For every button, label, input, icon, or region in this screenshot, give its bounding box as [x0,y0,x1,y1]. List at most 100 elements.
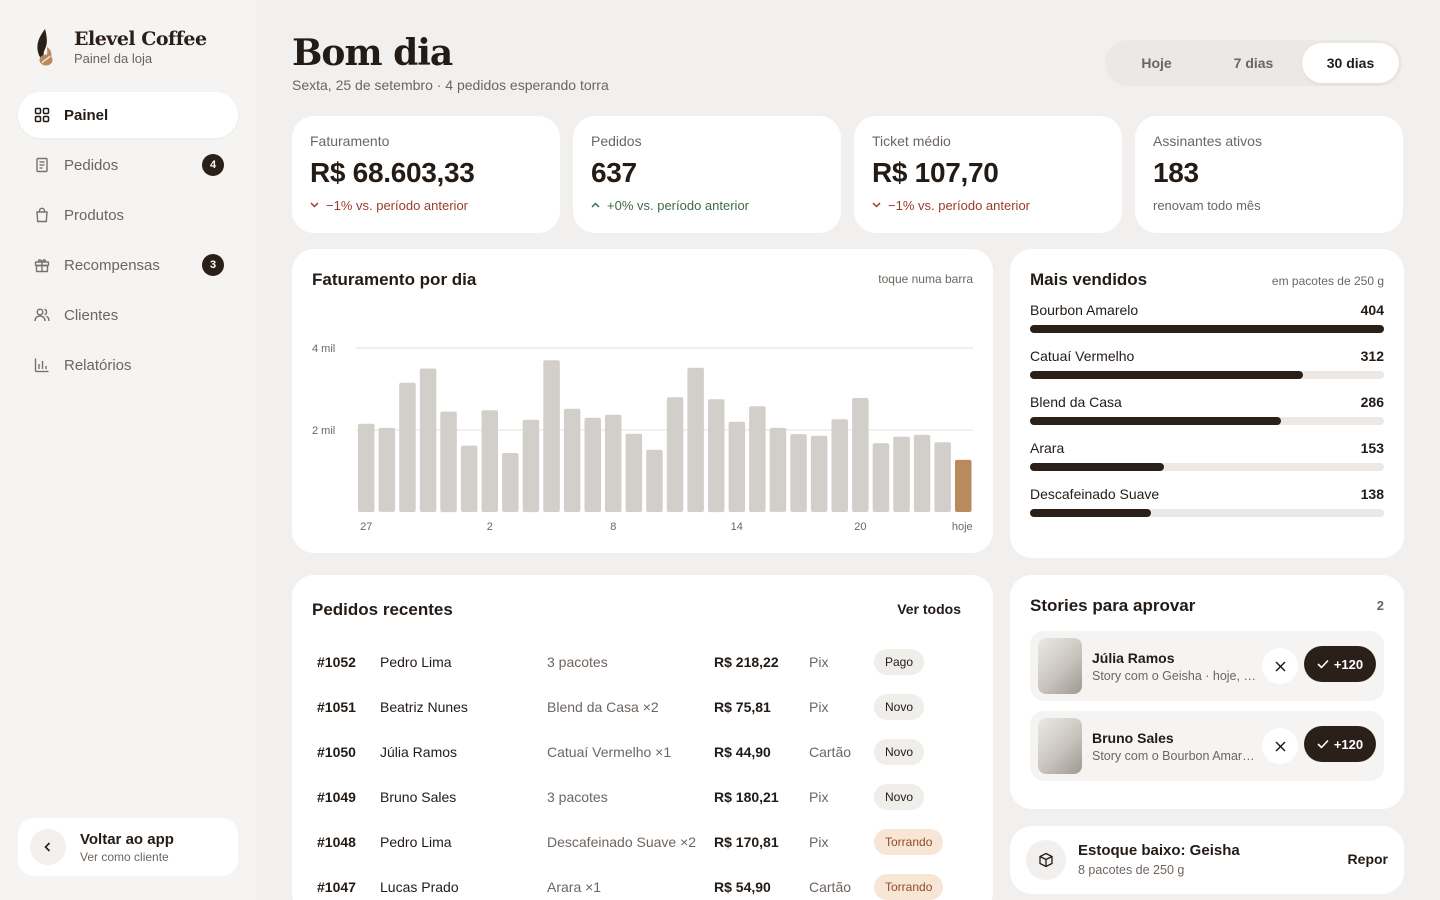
kpi-delta: −1% vs. período anterior [872,198,1104,213]
table-row[interactable]: #1052 Pedro Lima 3 pacotes R$ 218,22 Pix Pago [292,639,993,684]
chart-bar[interactable] [893,436,910,512]
status-badge: Novo [874,693,925,720]
sidebar-item-label: Relatórios [64,356,132,374]
chart-bar[interactable] [378,427,396,512]
chart-bar[interactable] [934,442,951,512]
range-today-button[interactable]: Hoje [1108,43,1205,83]
chart-bar[interactable] [419,368,437,513]
chart-bar[interactable] [399,382,416,512]
story-author: Bruno Sales [1092,730,1174,746]
chart-bar[interactable] [708,399,725,513]
brand[interactable]: Elevel Coffee Painel da loja [33,27,207,67]
chart-bar[interactable] [831,419,849,512]
seller-progress-track [1030,417,1384,425]
chart-hint: toque numa barra [878,272,973,286]
orders-title: Pedidos recentes [312,600,453,619]
story-item[interactable]: Júlia Ramos Story com o Geisha · hoje, 0… [1030,631,1384,701]
chart-bar[interactable] [358,423,375,512]
x-tick-label: hoje [952,521,973,533]
stories-approval-card: Stories para aprovar 2 Júlia Ramos Story… [1010,575,1404,809]
approve-story-button[interactable]: +120 [1304,726,1376,762]
order-total: R$ 218,22 [714,653,779,670]
stories-title: Stories para aprovar [1030,596,1196,615]
chart-bar[interactable] [625,433,643,512]
story-thumbnail[interactable] [1038,718,1082,774]
restock-button[interactable]: Repor [1348,851,1388,867]
reject-story-button[interactable] [1262,728,1298,764]
approve-points: +120 [1333,656,1364,672]
chart-bar[interactable] [872,443,890,512]
page-title: Bom dia [292,32,453,74]
range-30-days-button[interactable]: 30 dias [1302,43,1399,83]
chart-bar[interactable] [481,410,499,512]
order-items: Arara ×1 [547,878,602,895]
sellers-list: Bourbon Amarelo 404 Catuaí Vermelho 312 Blen… [1030,302,1384,517]
range-7-days-button[interactable]: 7 dias [1205,43,1302,83]
chart-bar[interactable] [687,367,704,512]
view-all-orders-link[interactable]: Ver todos [897,601,961,617]
sidebar-item-produtos[interactable]: Produtos [18,192,238,238]
sidebar-item-clientes[interactable]: Clientes [18,292,238,338]
seller-name: Catuaí Vermelho [1030,348,1135,364]
top-sellers-card: Mais vendidos em pacotes de 250 g Bourbo… [1010,249,1404,558]
chart-bar[interactable] [728,421,746,512]
chart-bar[interactable] [502,453,519,512]
chart-bar[interactable] [460,445,478,512]
sidebar-nav: Painel Pedidos 4 Produtos Recompensas 3 [18,92,238,392]
chevron-up-icon [591,200,600,211]
order-payment: Pix [809,788,829,805]
order-id: #1049 [317,788,356,805]
seller-progress-fill [1030,417,1281,425]
chart-bar[interactable] [666,397,684,512]
story-description: Story com o Geisha · hoje, 09:12 [1092,669,1256,683]
seller-item: Descafeinado Suave 138 [1030,486,1384,517]
chevron-down-icon [872,200,881,211]
chart-bar[interactable] [584,417,602,512]
seller-value: 312 [1360,348,1384,364]
order-total: R$ 170,81 [714,833,779,850]
x-tick-label: 14 [731,521,743,533]
chart-bar[interactable] [852,398,869,512]
order-payment: Pix [809,653,829,670]
table-row[interactable]: #1050 Júlia Ramos Catuaí Vermelho ×1 R$ 44,… [292,729,993,774]
table-row[interactable]: #1049 Bruno Sales 3 pacotes R$ 180,21 Pix Nov… [292,774,993,819]
sidebar-item-pedidos[interactable]: Pedidos 4 [18,142,238,188]
table-row[interactable]: #1047 Lucas Prado Arara ×1 R$ 54,90 Cartão To… [292,864,993,900]
chart-bar[interactable] [790,434,807,512]
approve-story-button[interactable]: +120 [1304,646,1376,682]
story-thumbnail[interactable] [1038,638,1082,694]
date-range-selector: Hoje 7 dias 30 dias [1105,40,1402,86]
seller-item: Bourbon Amarelo 404 [1030,302,1384,333]
reject-story-button[interactable] [1262,648,1298,684]
sellers-unit: em pacotes de 250 g [1271,274,1384,288]
chart-bar[interactable] [440,411,457,513]
bag-icon [34,207,50,223]
seller-value: 286 [1360,394,1384,410]
seller-progress-track [1030,371,1384,379]
order-items: 3 pacotes [547,788,608,805]
sidebar-item-painel[interactable]: Painel [18,92,238,138]
chart-bar[interactable] [646,449,663,512]
seller-value: 404 [1360,302,1384,318]
chart-bar[interactable] [522,419,540,513]
close-icon [1274,740,1286,752]
order-customer: Pedro Lima [380,833,452,850]
chart-bar[interactable] [543,360,560,512]
sidebar-item-relatorios[interactable]: Relatórios [18,342,238,388]
table-row[interactable]: #1048 Pedro Lima Descafeinado Suave ×2 R$ 1… [292,819,993,864]
chart-bar[interactable] [913,434,931,512]
chart-bar[interactable] [769,427,787,512]
y-tick-label: 4 mil [312,343,335,355]
chart-bar[interactable] [955,459,972,512]
kpi-revenue-card: Faturamento R$ 68.603,33 −1% vs. período… [292,116,560,233]
sidebar-item-recompensas[interactable]: Recompensas 3 [18,242,238,288]
story-item[interactable]: Bruno Sales Story com o Bourbon Amarelo … [1030,711,1384,781]
chart-bar[interactable] [749,406,766,512]
chart-bar[interactable] [605,414,622,512]
table-row[interactable]: #1051 Beatriz Nunes Blend da Casa ×2 R$ 75,… [292,684,993,729]
back-to-app-button[interactable]: Voltar ao app Ver como cliente [18,818,238,876]
story-description: Story com o Bourbon Amarelo · ontem [1092,749,1256,763]
chart-bar[interactable] [810,435,828,512]
chevron-down-icon [310,200,319,211]
chart-bar[interactable] [563,408,581,512]
